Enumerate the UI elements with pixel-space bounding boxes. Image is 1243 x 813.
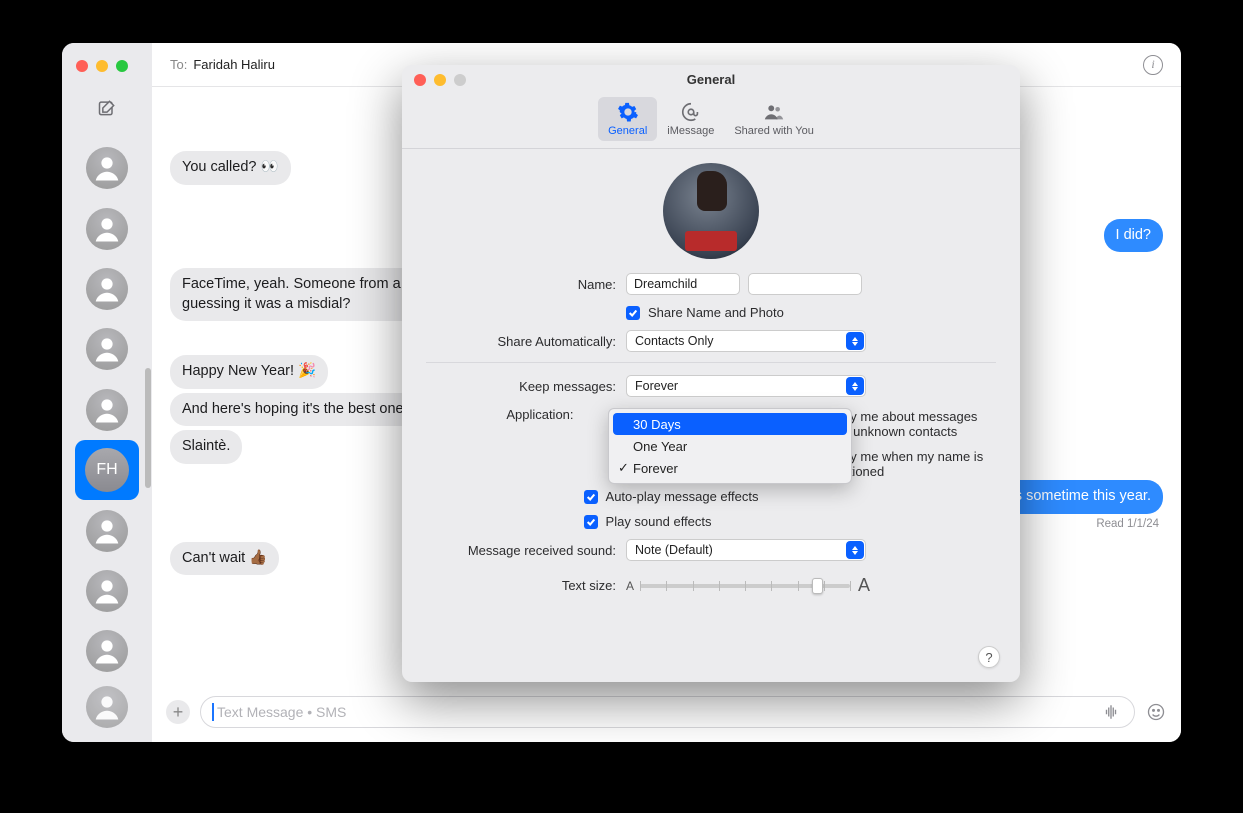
avatar-icon xyxy=(86,686,128,728)
gear-icon xyxy=(617,101,639,123)
text-cursor xyxy=(212,703,214,721)
people-icon xyxy=(763,101,785,123)
avatar-icon xyxy=(86,328,128,370)
conversation-item[interactable] xyxy=(75,621,139,681)
share-name-photo-label: Share Name and Photo xyxy=(648,305,784,320)
share-auto-select[interactable]: Contacts Only xyxy=(626,330,866,352)
first-name-input[interactable]: Dreamchild xyxy=(626,273,740,295)
keep-messages-menu: 30 Days One Year ✓Forever xyxy=(608,408,852,484)
to-value: Faridah Haliru xyxy=(193,57,275,72)
text-size-small-a: A xyxy=(626,579,634,593)
details-info-button[interactable]: i xyxy=(1143,55,1163,75)
share-auto-value: Contacts Only xyxy=(635,334,714,348)
emoji-picker-icon[interactable] xyxy=(1145,701,1167,723)
text-size-label: Text size: xyxy=(426,578,626,593)
tab-imessage[interactable]: iMessage xyxy=(657,97,724,141)
name-label: Name: xyxy=(426,277,626,292)
avatar-icon xyxy=(86,510,128,552)
main-traffic-lights xyxy=(76,60,128,72)
prefs-title: General xyxy=(687,72,735,87)
tab-imessage-label: iMessage xyxy=(667,125,714,137)
sound-value: Note (Default) xyxy=(635,543,713,557)
help-button[interactable]: ? xyxy=(978,646,1000,668)
profile-photo[interactable] xyxy=(663,163,759,259)
message-bubble-incoming: Happy New Year! 🎉 xyxy=(170,355,328,389)
share-auto-label: Share Automatically: xyxy=(426,334,626,349)
sidebar-scrollbar[interactable] xyxy=(144,368,152,528)
keep-messages-label: Keep messages: xyxy=(426,379,626,394)
conversation-list: FH xyxy=(62,138,152,742)
voice-memo-icon[interactable] xyxy=(1100,701,1122,723)
compose-bar: + Text Message • SMS xyxy=(152,692,1181,742)
sound-select[interactable]: Note (Default) xyxy=(626,539,866,561)
text-size-large-a: A xyxy=(858,575,870,596)
conversation-item[interactable] xyxy=(75,682,139,742)
text-size-slider[interactable] xyxy=(640,584,850,588)
tab-shared-label: Shared with You xyxy=(734,125,814,137)
menu-item-30-days[interactable]: 30 Days xyxy=(613,413,847,435)
message-bubble-outgoing: I did? xyxy=(1104,219,1163,253)
close-dot[interactable] xyxy=(76,60,88,72)
prefs-maximize-dot xyxy=(454,74,466,86)
tab-shared[interactable]: Shared with You xyxy=(724,97,824,141)
conversation-item[interactable] xyxy=(75,561,139,621)
message-bubble-incoming: You called? 👀 xyxy=(170,151,291,185)
sidebar: FH xyxy=(62,43,152,742)
prefs-traffic-lights xyxy=(414,74,466,86)
conversation-item[interactable] xyxy=(75,138,139,198)
avatar-icon xyxy=(86,570,128,612)
slider-thumb[interactable] xyxy=(812,578,823,594)
keep-messages-select[interactable]: Forever xyxy=(626,375,866,397)
check-icon: ✓ xyxy=(618,460,629,476)
tab-general-label: General xyxy=(608,125,647,137)
divider xyxy=(426,362,996,363)
autoplay-checkbox[interactable] xyxy=(584,490,598,504)
minimize-dot[interactable] xyxy=(96,60,108,72)
to-label: To: xyxy=(170,57,187,72)
prefs-minimize-dot[interactable] xyxy=(434,74,446,86)
prefs-titlebar: General xyxy=(402,65,1020,93)
last-name-input[interactable] xyxy=(748,273,862,295)
keep-messages-value: Forever xyxy=(635,379,678,393)
message-input[interactable]: Text Message • SMS xyxy=(200,696,1135,728)
autoplay-label: Auto-play message effects xyxy=(606,489,759,504)
prefs-toolbar: General iMessage Shared with You xyxy=(402,93,1020,149)
avatar-initials: FH xyxy=(85,448,129,492)
message-input-placeholder: Text Message • SMS xyxy=(217,704,346,720)
conversation-item[interactable] xyxy=(75,198,139,258)
main-pane: To: Faridah Haliru i You called? 👀 I did… xyxy=(152,43,1181,742)
message-bubble-incoming: Can't wait 👍🏾 xyxy=(170,542,279,576)
prefs-body: Name: Dreamchild Share Name and Photo Sh… xyxy=(402,149,1020,682)
avatar-icon xyxy=(86,389,128,431)
share-name-photo-checkbox[interactable] xyxy=(626,306,640,320)
menu-item-forever[interactable]: ✓Forever xyxy=(613,457,847,479)
avatar-icon xyxy=(86,147,128,189)
preferences-window: General General iMessage Shared with You xyxy=(402,65,1020,682)
message-bubble-incoming: Slaintè. xyxy=(170,430,242,464)
conversation-item[interactable] xyxy=(75,259,139,319)
tab-general[interactable]: General xyxy=(598,97,657,141)
prefs-close-dot[interactable] xyxy=(414,74,426,86)
sound-effects-checkbox[interactable] xyxy=(584,515,598,529)
sound-label: Message received sound: xyxy=(426,543,626,558)
apps-plus-button[interactable]: + xyxy=(166,700,190,724)
conversation-item-selected[interactable]: FH xyxy=(75,440,139,500)
maximize-dot[interactable] xyxy=(116,60,128,72)
conversation-item[interactable] xyxy=(75,500,139,560)
compose-icon[interactable] xyxy=(97,98,117,118)
at-icon xyxy=(680,101,702,123)
application-label: Application: xyxy=(426,407,584,422)
avatar-icon xyxy=(86,630,128,672)
sound-effects-label: Play sound effects xyxy=(606,514,712,529)
menu-item-one-year[interactable]: One Year xyxy=(613,435,847,457)
avatar-icon xyxy=(86,208,128,250)
conversation-item[interactable] xyxy=(75,380,139,440)
avatar-icon xyxy=(86,268,128,310)
conversation-item[interactable] xyxy=(75,319,139,379)
messages-app-window: FH To: Faridah Haliru i You called? 👀 I … xyxy=(62,43,1181,742)
